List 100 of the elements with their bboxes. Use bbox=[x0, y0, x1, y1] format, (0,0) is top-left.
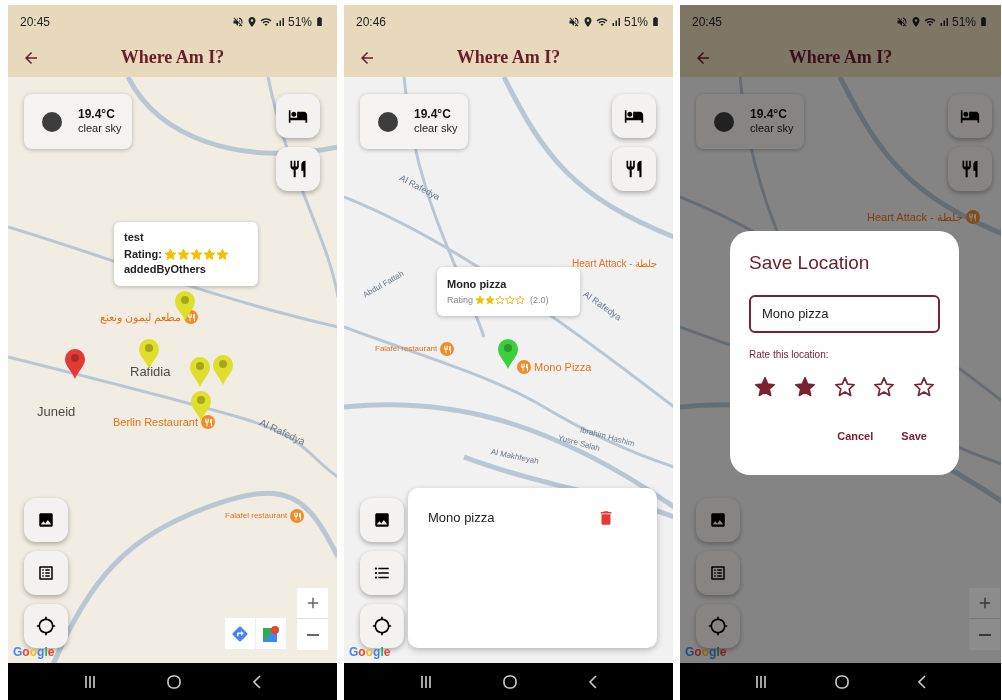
restaurant-marker-icon[interactable] bbox=[517, 360, 531, 374]
mute-icon bbox=[231, 15, 244, 28]
info-note: addedByOthers bbox=[124, 263, 207, 277]
home-icon[interactable] bbox=[167, 674, 182, 689]
fork-knife-icon bbox=[960, 159, 980, 179]
back-icon[interactable] bbox=[251, 674, 262, 689]
rating-label: Rating bbox=[447, 293, 473, 307]
place-name: Rafidia bbox=[130, 365, 171, 378]
directions-icon bbox=[231, 624, 249, 643]
fork-knife-icon bbox=[288, 159, 308, 179]
restaurant-marker-icon[interactable] bbox=[965, 210, 980, 224]
info-title: test bbox=[124, 231, 145, 245]
restaurant-name: Heart Attack - جلطة bbox=[867, 211, 963, 223]
list-button[interactable] bbox=[24, 551, 68, 595]
list-icon bbox=[37, 564, 55, 582]
minus-icon bbox=[978, 633, 991, 636]
zoom-in-button[interactable] bbox=[969, 588, 1000, 619]
mute-icon bbox=[567, 15, 580, 28]
my-location-button[interactable] bbox=[360, 604, 404, 648]
battery-percent: 51% bbox=[623, 13, 648, 31]
image-button[interactable] bbox=[360, 498, 404, 542]
star-icon bbox=[176, 247, 190, 261]
crosshair-icon bbox=[708, 616, 728, 636]
status-time: 20:46 bbox=[356, 13, 387, 31]
star-icon bbox=[495, 295, 505, 306]
rating-score: (2.0) bbox=[530, 293, 549, 307]
star-icon bbox=[793, 375, 816, 398]
star-icon bbox=[873, 375, 896, 398]
saved-location-name[interactable]: Mono pizza bbox=[428, 508, 495, 528]
location-icon bbox=[245, 15, 258, 28]
hotel-button[interactable] bbox=[612, 94, 656, 138]
directions-button[interactable] bbox=[225, 618, 255, 649]
minus-icon bbox=[306, 633, 319, 636]
map-pin-icon[interactable] bbox=[497, 338, 519, 370]
restaurant-name: Mono Pizza bbox=[534, 361, 592, 373]
zoom-in-button[interactable] bbox=[297, 588, 328, 619]
star-icon bbox=[515, 295, 525, 306]
crosshair-icon bbox=[36, 616, 56, 636]
star-icon bbox=[215, 247, 229, 261]
star-icon bbox=[202, 247, 216, 261]
maps-app-button[interactable] bbox=[255, 618, 286, 649]
restaurant-marker-icon[interactable] bbox=[201, 415, 215, 429]
map-pin-icon[interactable] bbox=[64, 348, 86, 380]
rating-prompt: Rate this location: bbox=[749, 347, 830, 362]
home-icon[interactable] bbox=[835, 674, 850, 689]
weather-description: clear sky bbox=[78, 122, 122, 136]
recent-apps-icon[interactable] bbox=[753, 674, 768, 689]
map-logo: Google bbox=[349, 644, 391, 661]
star-icon bbox=[833, 375, 856, 398]
wifi-icon bbox=[259, 15, 272, 28]
map-logo: Google bbox=[685, 644, 727, 661]
battery-percent: 51% bbox=[287, 13, 312, 31]
recent-apps-icon[interactable] bbox=[419, 674, 434, 689]
restaurant-name: Falafel restaurant bbox=[225, 512, 288, 520]
back-icon[interactable] bbox=[917, 674, 928, 689]
temperature: 19.4°C bbox=[750, 107, 788, 123]
recent-apps-icon[interactable] bbox=[83, 674, 98, 689]
dialog-title: Save Location bbox=[749, 251, 871, 275]
image-icon bbox=[709, 511, 727, 529]
star-icon bbox=[913, 375, 935, 398]
restaurant-button[interactable] bbox=[612, 147, 656, 191]
map-logo: Google bbox=[13, 644, 55, 661]
back-icon[interactable] bbox=[587, 674, 598, 689]
image-button[interactable] bbox=[24, 498, 68, 542]
cancel-button[interactable]: Cancel bbox=[837, 427, 874, 444]
map-app-icon bbox=[262, 624, 280, 643]
restaurant-name: Berlin Restaurant bbox=[113, 416, 198, 428]
star-icon bbox=[189, 247, 203, 261]
location-icon bbox=[581, 15, 594, 28]
list-button[interactable] bbox=[696, 551, 740, 595]
restaurant-name: Falafel restaurant bbox=[375, 345, 438, 353]
restaurant-marker-icon[interactable] bbox=[440, 342, 455, 356]
restaurant-marker-icon[interactable] bbox=[290, 509, 305, 523]
zoom-out-button[interactable] bbox=[969, 619, 1000, 650]
save-button[interactable]: Save bbox=[901, 427, 927, 444]
list-icon bbox=[709, 564, 727, 582]
my-location-button[interactable] bbox=[24, 604, 68, 648]
weather-description: clear sky bbox=[750, 122, 794, 136]
restaurant-name: مطعم ليمون ونعنع bbox=[100, 311, 182, 323]
wifi-icon bbox=[595, 15, 608, 28]
status-time: 20:45 bbox=[692, 13, 723, 31]
app-title: Where Am I? bbox=[788, 46, 893, 69]
temperature: 19.4°C bbox=[414, 107, 452, 123]
star-icon bbox=[505, 295, 515, 306]
home-icon[interactable] bbox=[503, 674, 518, 689]
location-name-input[interactable]: Mono pizza bbox=[749, 294, 940, 333]
battery-icon bbox=[650, 16, 661, 27]
place-name: Juneid bbox=[37, 405, 76, 418]
star-icon bbox=[475, 295, 485, 306]
location-icon bbox=[909, 15, 922, 28]
hotel-button[interactable] bbox=[276, 94, 320, 138]
weather-icon bbox=[42, 111, 62, 132]
zoom-out-button[interactable] bbox=[297, 619, 328, 650]
restaurant-button[interactable] bbox=[276, 147, 320, 191]
star-icon bbox=[163, 247, 177, 261]
weather-description: clear sky bbox=[414, 122, 458, 136]
list-button[interactable] bbox=[360, 551, 404, 595]
app-title: Where Am I? bbox=[456, 46, 561, 69]
image-icon bbox=[373, 511, 391, 529]
weather-icon bbox=[378, 111, 398, 132]
